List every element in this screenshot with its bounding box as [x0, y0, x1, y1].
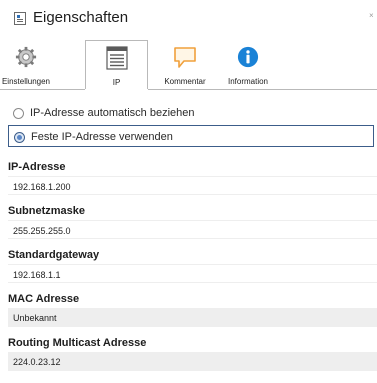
- gateway-label: Standardgateway: [8, 249, 100, 261]
- auto-ip-label: IP-Adresse automatisch beziehen: [30, 107, 195, 119]
- mac-address-label: MAC Adresse: [8, 293, 80, 305]
- multicast-address-value: 224.0.23.12: [8, 352, 377, 371]
- multicast-address-label: Routing Multicast Adresse: [8, 337, 147, 349]
- gateway-input[interactable]: 192.168.1.1: [8, 264, 377, 283]
- radio-circle: [13, 108, 24, 119]
- close-icon[interactable]: ×: [369, 11, 374, 20]
- tab-information[interactable]: Information: [218, 40, 278, 90]
- properties-icon: [14, 12, 26, 25]
- tab-einstellungen[interactable]: Einstellungen: [0, 40, 52, 90]
- fixed-ip-radio[interactable]: Feste IP-Adresse verwenden: [8, 125, 374, 147]
- ip-address-label: IP-Adresse: [8, 161, 66, 173]
- subnet-mask-label: Subnetzmaske: [8, 205, 86, 217]
- mac-address-value: Unbekannt: [8, 308, 377, 327]
- tab-label: Kommentar: [164, 77, 206, 86]
- fixed-ip-label: Feste IP-Adresse verwenden: [31, 131, 173, 143]
- tab-bar: Einstellungen IP Kommentar Information: [0, 40, 377, 90]
- window-title: Eigenschaften: [33, 9, 129, 26]
- tab-label: IP: [112, 78, 121, 87]
- tab-label: Einstellungen: [1, 77, 51, 86]
- title-bar: Eigenschaften ×: [0, 0, 377, 32]
- info-icon: [237, 46, 259, 68]
- radio-circle-selected: [14, 132, 25, 143]
- tab-ip[interactable]: IP: [85, 40, 148, 90]
- ip-list-icon: [105, 46, 128, 70]
- ip-address-input[interactable]: 192.168.1.200: [8, 176, 377, 195]
- gear-icon: [15, 46, 37, 68]
- auto-ip-radio[interactable]: IP-Adresse automatisch beziehen: [8, 102, 374, 124]
- tab-kommentar[interactable]: Kommentar: [155, 40, 215, 90]
- subnet-mask-input[interactable]: 255.255.255.0: [8, 220, 377, 239]
- tab-label: Information: [227, 77, 269, 86]
- tab-divider: [0, 89, 377, 90]
- comment-icon: [174, 47, 196, 68]
